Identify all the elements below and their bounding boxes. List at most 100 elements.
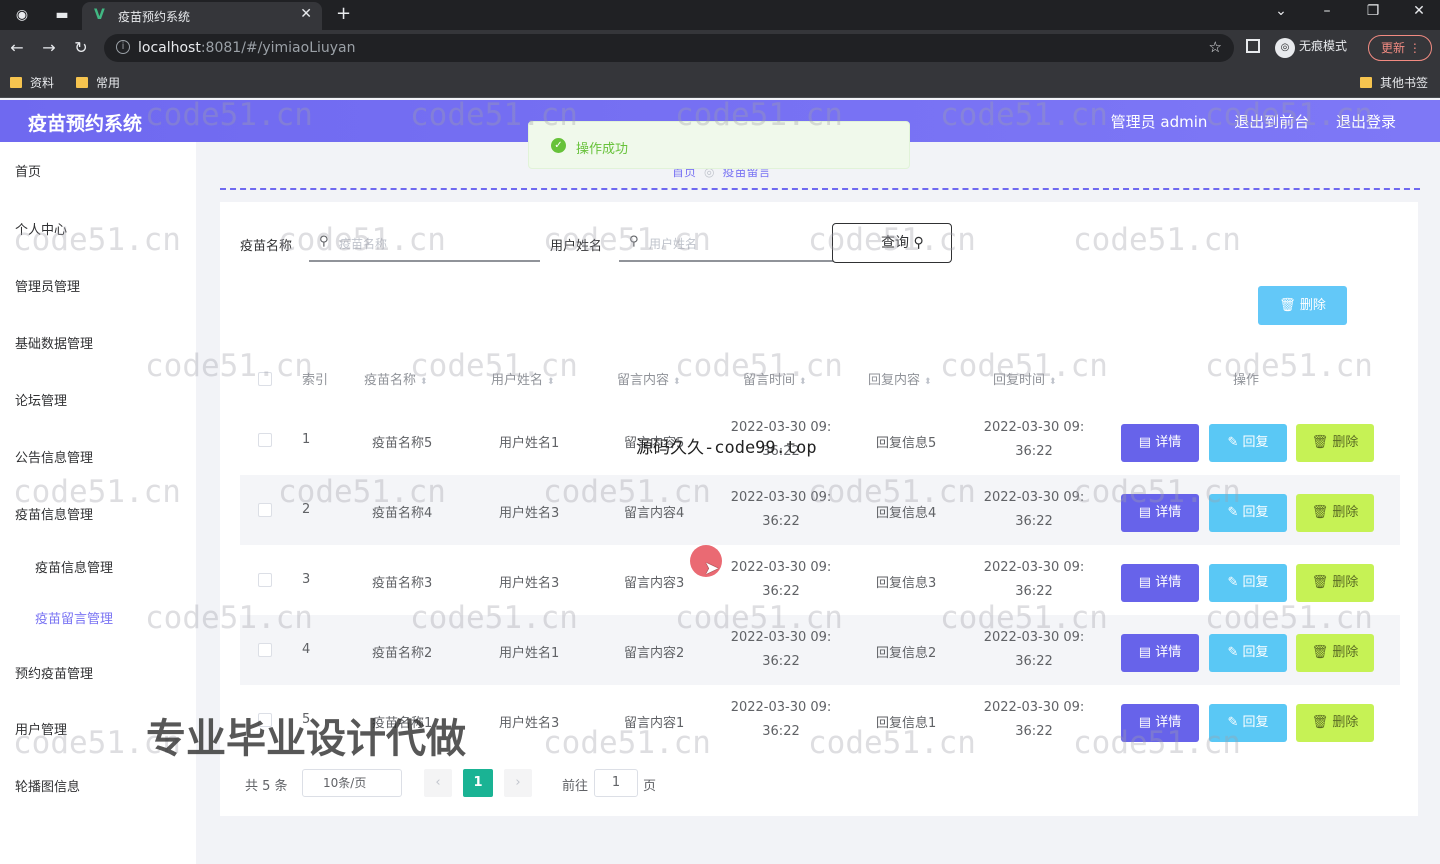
bookmark-folder-common[interactable]: 常用 [76, 74, 120, 91]
reply-button[interactable]: ✎ 回复 [1209, 634, 1287, 672]
cell-index: 4 [302, 642, 311, 657]
cell-user: 用户姓名1 [499, 646, 560, 661]
pagination-total: 共 5 条 [245, 779, 288, 794]
side-panel-icon[interactable] [1246, 39, 1260, 53]
sidebar-subitem-vaccine-messages[interactable]: 疫苗留言管理 [35, 608, 113, 627]
restore-icon[interactable]: ❐ [1358, 3, 1388, 19]
watermark: code51.cn [1205, 600, 1373, 636]
update-button[interactable]: 更新 ⋮ [1368, 35, 1432, 61]
omnibox[interactable]: i localhost:8081/#/yimiaoLiuyan ☆ [104, 34, 1234, 62]
page-size-select[interactable]: 10条/页 [302, 769, 402, 797]
watermark: code51.cn [410, 97, 578, 133]
url-text[interactable]: localhost:8081/#/yimiaoLiuyan [138, 40, 356, 56]
tab-search-icon[interactable]: ⌄ [1266, 3, 1296, 19]
watermark: code51.cn [278, 474, 446, 510]
sidebar-subitem-vaccine-info[interactable]: 疫苗信息管理 [35, 557, 113, 576]
cell-reply: 回复信息2 [876, 646, 937, 661]
app-title: 疫苗预约系统 [28, 113, 143, 135]
folder-icon [1360, 77, 1372, 88]
watermark: code51.cn [145, 600, 313, 636]
cell-reply-time: 2022-03-30 09: 36:22 [983, 560, 1085, 599]
browser-tab-active[interactable]: V 疫苗预约系统 ✕ [82, 2, 322, 30]
trash-icon: 🗑 [1311, 435, 1329, 450]
minimize-icon[interactable]: – [1312, 3, 1342, 19]
vue-icon: V [94, 7, 105, 23]
reply-button[interactable]: ✎ 回复 [1209, 564, 1287, 602]
reply-button[interactable]: ✎ 回复 [1209, 424, 1287, 462]
browser-menu-icon[interactable]: ◉ [12, 5, 32, 25]
watermark: code51.cn [675, 600, 843, 636]
edit-icon: ✎ [1227, 435, 1239, 450]
incognito-indicator[interactable]: ◎ 无痕模式 [1275, 37, 1347, 58]
tab-close-icon[interactable]: ✕ [300, 6, 312, 22]
header-reply-content[interactable]: 回复内容 ⬍ [868, 369, 932, 388]
window-close-icon[interactable]: ✕ [1404, 3, 1434, 19]
detail-button[interactable]: ▤ 详情 [1121, 564, 1199, 602]
incognito-icon: ◎ [1275, 38, 1295, 58]
row-checkbox[interactable] [258, 643, 272, 657]
cell-vaccine: 疫苗名称5 [372, 436, 433, 451]
info-icon[interactable]: i [116, 40, 130, 54]
watermark: code51.cn [675, 348, 843, 384]
detail-button[interactable]: ▤ 详情 [1121, 634, 1199, 672]
back-icon[interactable]: ← [6, 38, 28, 57]
detail-button[interactable]: ▤ 详情 [1121, 424, 1199, 462]
watermark: code51.cn [808, 474, 976, 510]
delete-button[interactable]: 🗑 删除 [1296, 634, 1374, 672]
mouse-cursor-icon: ➤ [704, 558, 720, 579]
row-checkbox[interactable] [258, 433, 272, 447]
page-number-active[interactable]: 1 [463, 769, 493, 797]
sidebar-item-base-data[interactable]: 基础数据管理 [15, 333, 93, 352]
sidebar-item-notices[interactable]: 公告信息管理 [15, 447, 93, 466]
header-content[interactable]: 留言内容 ⬍ [617, 369, 681, 388]
watermark: code51.cn [278, 222, 446, 258]
watermark: code51.cn [410, 348, 578, 384]
watermark: code51.cn [13, 222, 181, 258]
trash-icon: 🗑 [1311, 645, 1329, 660]
watermark: code51.cn [675, 97, 843, 133]
next-page-icon[interactable]: › [504, 769, 532, 797]
delete-button[interactable]: 🗑 删除 [1296, 494, 1374, 532]
row-checkbox[interactable] [258, 573, 272, 587]
tab-list-icon[interactable]: ▬ [52, 5, 72, 25]
trash-icon: 🗑 [1279, 298, 1296, 313]
trash-icon: 🗑 [1311, 505, 1329, 520]
overlay-banner-text: 专业毕业设计代做 [146, 716, 466, 762]
sidebar-item-forum[interactable]: 论坛管理 [15, 390, 67, 409]
delete-button[interactable]: 🗑 删除 [1296, 424, 1374, 462]
new-tab-icon[interactable]: + [336, 3, 351, 24]
watermark: code51.cn [1073, 222, 1241, 258]
sidebar-item-appointments[interactable]: 预约疫苗管理 [15, 663, 93, 682]
watermark: code51.cn [543, 725, 711, 761]
batch-delete-button[interactable]: 🗑 删除 [1258, 286, 1347, 325]
watermark: code51.cn [1073, 725, 1241, 761]
sidebar-item-home[interactable]: 首页 [15, 161, 41, 180]
cell-message-time: 2022-03-30 09: 36:22 [730, 560, 832, 599]
goto-page-input[interactable]: 1 [594, 769, 638, 797]
sidebar-item-carousel[interactable]: 轮播图信息 [15, 776, 80, 795]
cell-user: 用户姓名3 [499, 576, 560, 591]
prev-page-icon[interactable]: ‹ [424, 769, 452, 797]
goto-suffix: 页 [643, 779, 657, 794]
watermark: code51.cn [1205, 97, 1373, 133]
divider [220, 188, 1420, 190]
delete-button[interactable]: 🗑 删除 [1296, 564, 1374, 602]
browser-tab-bar: ◉ ▬ V 疫苗预约系统 ✕ + ⌄ – ❐ ✕ [0, 0, 1440, 30]
watermark: code51.cn [1205, 348, 1373, 384]
cell-content: 留言内容2 [624, 646, 685, 661]
forward-icon[interactable]: → [38, 38, 60, 57]
watermark: code51.cn [410, 600, 578, 636]
cell-vaccine: 疫苗名称3 [372, 576, 433, 591]
tab-title: 疫苗预约系统 [118, 10, 191, 24]
bookmark-folder-other[interactable]: 其他书签 [1360, 74, 1428, 91]
cell-reply: 回复信息3 [876, 576, 937, 591]
bookmark-star-icon[interactable]: ☆ [1209, 38, 1222, 56]
row-checkbox[interactable] [258, 503, 272, 517]
document-icon: ▤ [1138, 575, 1152, 590]
cell-index: 3 [302, 572, 311, 587]
sidebar-item-admins[interactable]: 管理员管理 [15, 276, 80, 295]
delete-button[interactable]: 🗑 删除 [1296, 704, 1374, 742]
watermark: code51.cn [940, 348, 1108, 384]
bookmark-folder-data[interactable]: 资料 [10, 74, 54, 91]
reload-icon[interactable]: ↻ [70, 38, 92, 57]
